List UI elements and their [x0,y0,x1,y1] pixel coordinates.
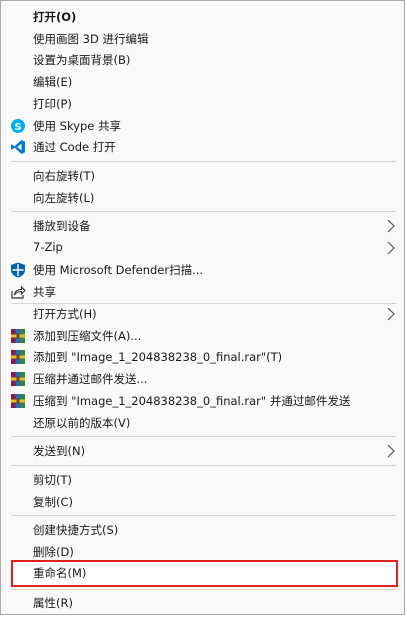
menu-item-edit[interactable]: 编辑(E) [1,71,406,93]
menu-item-label: 添加到 "Image_1_204838238_0_final.rar"(T) [33,350,283,364]
menu-item-label: 属性(R) [33,596,73,610]
menu-item-rename[interactable]: 重命名(M) [1,562,406,584]
svg-text:S: S [14,122,21,133]
menu-separator [11,161,396,162]
winrar-icon [11,372,25,386]
menu-item-label: 打印(P) [33,97,72,111]
menu-item-print[interactable]: 打印(P) [1,93,406,115]
menu-item-add-to-archive[interactable]: 添加到压缩文件(A)... [1,325,406,347]
menu-item-label: 删除(D) [33,545,74,559]
menu-item-label: 重命名(M) [33,566,87,580]
menu-item-label: 打开(O) [33,10,77,24]
share-icon [11,285,26,299]
menu-item-create-shortcut[interactable]: 创建快捷方式(S) [1,519,406,541]
menu-item-restore-previous-versions[interactable]: 还原以前的版本(V) [1,412,406,434]
menu-item-label: 还原以前的版本(V) [33,416,131,430]
menu-item-label: 使用 Skype 共享 [33,119,122,133]
menu-separator [11,589,396,590]
menu-item-label: 设置为桌面背景(B) [33,53,131,67]
menu-item-label: 复制(C) [33,495,74,509]
menu-separator [11,436,396,437]
menu-item-compress-and-email[interactable]: 压缩并通过邮件发送... [1,368,406,390]
menu-item-copy[interactable]: 复制(C) [1,491,406,513]
menu-item-7zip[interactable]: 7-Zip [1,237,406,259]
menu-item-label: 向右旋转(T) [33,169,95,183]
menu-item-label: 共享 [33,285,56,299]
menu-item-open-with-code[interactable]: 通过 Code 打开 [1,136,406,158]
menu-item-label: 添加到压缩文件(A)... [33,329,142,343]
menu-item-edit-paint3d[interactable]: 使用画图 3D 进行编辑 [1,28,406,50]
menu-item-properties[interactable]: 属性(R) [1,592,406,614]
chevron-right-icon [387,241,395,255]
menu-item-label: 使用 Microsoft Defender扫描... [33,263,204,277]
menu-item-rotate-right[interactable]: 向右旋转(T) [1,165,406,187]
winrar-icon [11,329,25,343]
menu-item-open[interactable]: 打开(O) [1,6,406,28]
chevron-right-icon [387,307,395,321]
menu-separator [11,211,396,212]
menu-item-compress-named-and-email[interactable]: 压缩到 "Image_1_204838238_0_final.rar" 并通过邮… [1,390,406,412]
menu-item-label: 向左旋转(L) [33,191,95,205]
menu-item-cast-to-device[interactable]: 播放到设备 [1,215,406,237]
menu-item-label: 7-Zip [33,240,63,254]
menu-item-add-to-named-rar[interactable]: 添加到 "Image_1_204838238_0_final.rar"(T) [1,346,406,368]
menu-item-label: 使用画图 3D 进行编辑 [33,32,149,46]
skype-icon: S [11,119,25,133]
menu-item-share[interactable]: 共享 [1,281,406,303]
menu-item-send-to[interactable]: 发送到(N) [1,440,406,462]
menu-item-defender-scan[interactable]: 使用 Microsoft Defender扫描... [1,259,406,281]
menu-item-label: 压缩到 "Image_1_204838238_0_final.rar" 并通过邮… [33,394,351,408]
menu-separator [11,465,396,466]
context-menu: 打开(O) 使用画图 3D 进行编辑 设置为桌面背景(B) 编辑(E) 打印(P… [0,0,405,615]
menu-item-label: 打开方式(H) [33,307,97,321]
menu-item-label: 压缩并通过邮件发送... [33,372,148,386]
menu-item-label: 编辑(E) [33,75,73,89]
menu-item-label: 播放到设备 [33,219,91,233]
chevron-right-icon [387,219,395,233]
menu-item-set-desktop-background[interactable]: 设置为桌面背景(B) [1,49,406,71]
menu-item-label: 通过 Code 打开 [33,140,116,154]
menu-item-label: 创建快捷方式(S) [33,523,119,537]
menu-item-label: 剪切(T) [33,473,72,487]
winrar-icon [11,350,25,364]
menu-item-cut[interactable]: 剪切(T) [1,469,406,491]
menu-item-label: 发送到(N) [33,444,86,458]
chevron-right-icon [387,444,395,458]
menu-item-share-skype[interactable]: S 使用 Skype 共享 [1,115,406,137]
menu-item-open-with[interactable]: 打开方式(H) [1,303,406,325]
vscode-icon [11,140,25,154]
winrar-icon [11,394,25,408]
defender-shield-icon [11,262,25,278]
menu-item-rotate-left[interactable]: 向左旋转(L) [1,187,406,209]
menu-separator [11,515,396,516]
